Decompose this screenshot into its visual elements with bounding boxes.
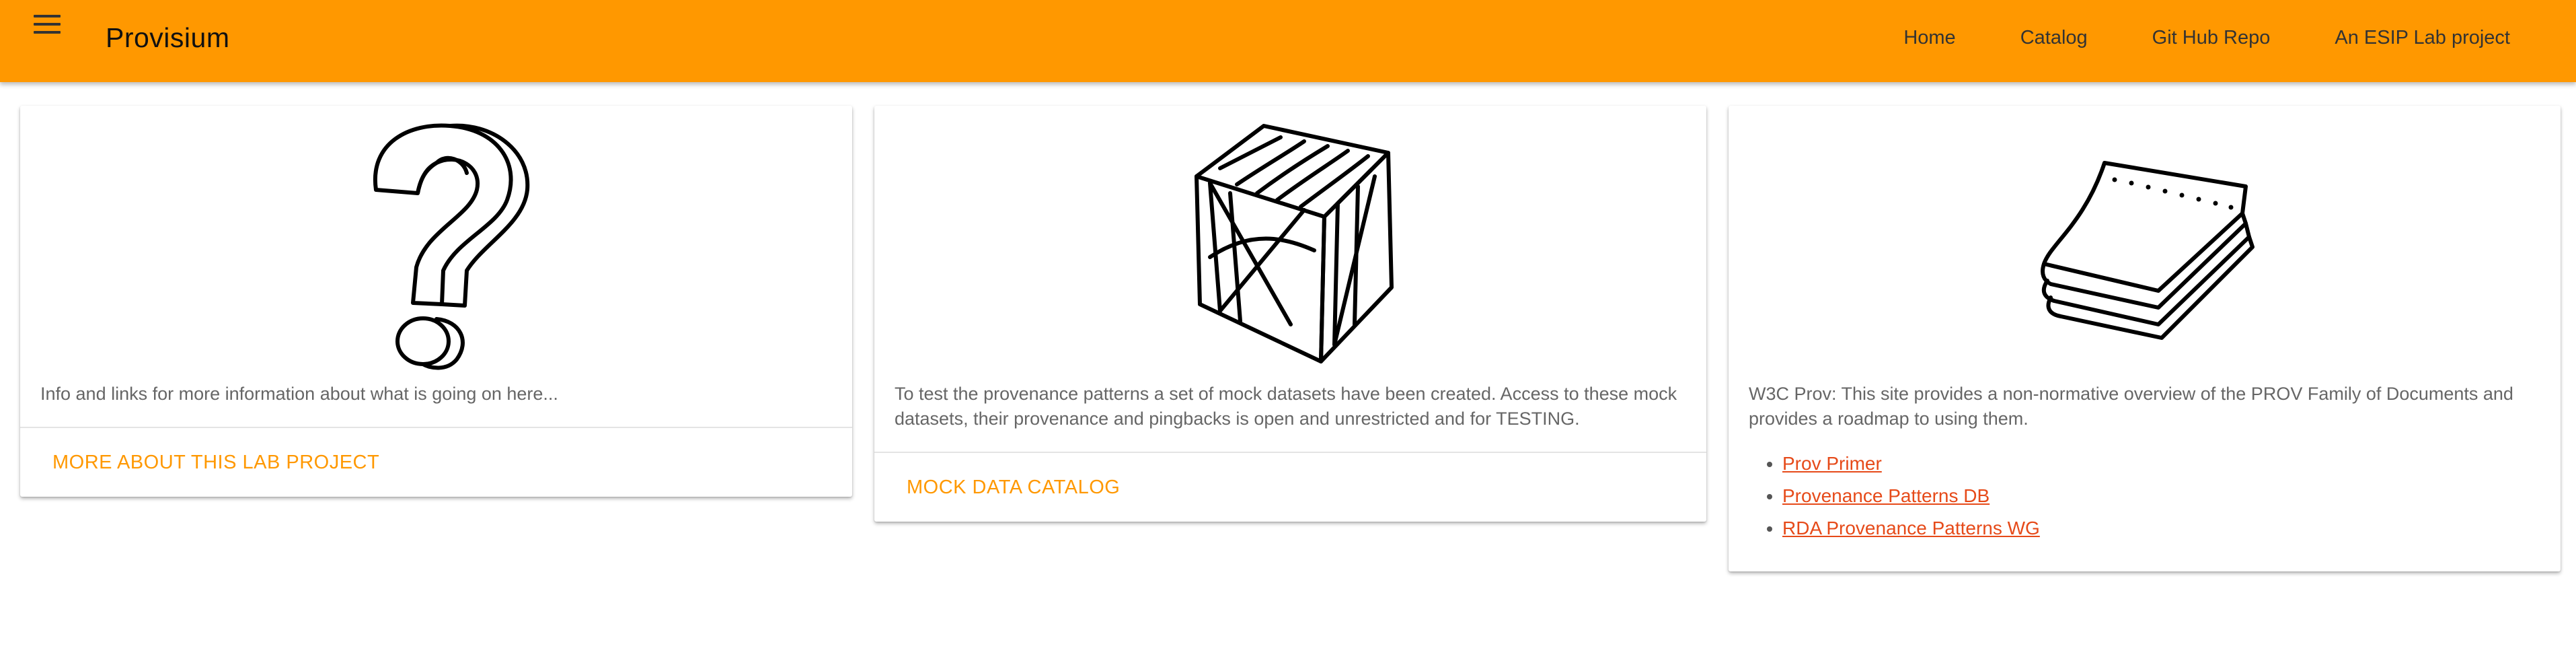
crate-icon bbox=[1194, 124, 1394, 363]
card-about: Info and links for more information abou… bbox=[20, 106, 852, 497]
card-w3c-prov: W3C Prov: This site provides a non-norma… bbox=[1729, 106, 2561, 571]
resource-links: Prov Primer Provenance Patterns DB RDA P… bbox=[1729, 448, 2561, 545]
rda-provenance-patterns-wg-link[interactable]: RDA Provenance Patterns WG bbox=[1782, 518, 2040, 538]
menu-line bbox=[34, 23, 61, 26]
provenance-patterns-db-link[interactable]: Provenance Patterns DB bbox=[1782, 485, 1990, 506]
list-item: RDA Provenance Patterns WG bbox=[1782, 512, 2561, 545]
card-description: Info and links for more information abou… bbox=[40, 384, 558, 404]
nav-github-repo[interactable]: Git Hub Repo bbox=[2152, 27, 2271, 49]
question-mark-icon bbox=[373, 123, 529, 370]
nav-catalog[interactable]: Catalog bbox=[2020, 27, 2088, 49]
card-bottom-spacer bbox=[1729, 545, 2561, 571]
paper-stack-icon bbox=[2040, 161, 2255, 340]
app-bar: Provisium Home Catalog Git Hub Repo An E… bbox=[0, 0, 2576, 82]
menu-line bbox=[34, 31, 61, 34]
card-actions: MORE ABOUT THIS LAB PROJECT bbox=[20, 427, 852, 497]
card-description: W3C Prov: This site provides a non-norma… bbox=[1749, 384, 2513, 429]
prov-primer-link[interactable]: Prov Primer bbox=[1782, 453, 1882, 474]
menu-icon[interactable] bbox=[32, 12, 62, 36]
nav-esip-lab-project[interactable]: An ESIP Lab project bbox=[2335, 27, 2510, 49]
list-item: Provenance Patterns DB bbox=[1782, 480, 2561, 512]
card-media bbox=[874, 106, 1706, 382]
mock-data-catalog-button[interactable]: MOCK DATA CATALOG bbox=[907, 477, 1120, 499]
top-nav: Home Catalog Git Hub Repo An ESIP Lab pr… bbox=[1903, 27, 2510, 49]
menu-line bbox=[34, 15, 61, 18]
card-media bbox=[1729, 106, 2561, 382]
list-item: Prov Primer bbox=[1782, 448, 2561, 480]
card-actions: MOCK DATA CATALOG bbox=[874, 452, 1706, 522]
app-title: Provisium bbox=[106, 22, 230, 53]
card-description: To test the provenance patterns a set of… bbox=[895, 384, 1677, 429]
card-mock-data: To test the provenance patterns a set of… bbox=[874, 106, 1706, 522]
nav-home[interactable]: Home bbox=[1903, 27, 1955, 49]
card-media bbox=[20, 106, 852, 382]
more-about-project-button[interactable]: MORE ABOUT THIS LAB PROJECT bbox=[52, 452, 379, 474]
